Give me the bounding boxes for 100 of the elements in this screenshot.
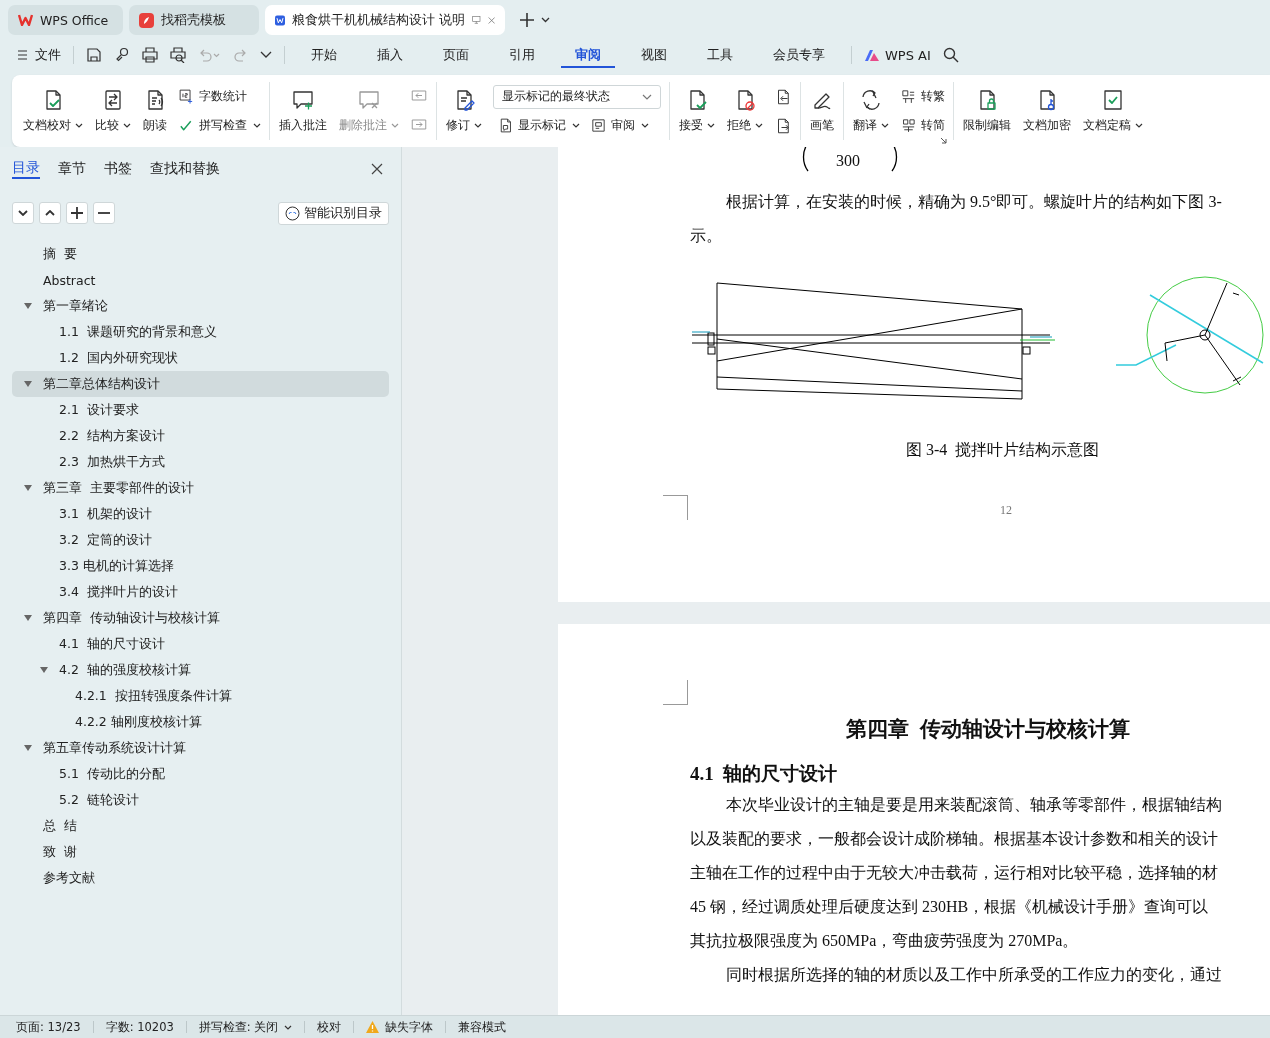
panel-tab[interactable]: 章节 (58, 160, 86, 178)
window-tab[interactable]: 粮食烘干机机械结构设计 说明 (265, 5, 505, 35)
expanded-triangle-icon[interactable] (24, 302, 32, 310)
wps-ai-button[interactable]: WPS AI (864, 47, 931, 63)
toc-item[interactable]: 2.3 加热烘干方式 (12, 449, 389, 475)
toc-item[interactable]: 2.1 设计要求 (12, 397, 389, 423)
expanded-triangle-icon[interactable] (40, 666, 48, 674)
toc-item[interactable]: 1.2 国内外研究现状 (12, 345, 389, 371)
ribbon-button[interactable]: 拒绝 (722, 86, 768, 136)
panel-tab[interactable]: 目录 (12, 159, 40, 179)
toc-item[interactable]: 2.2 结构方案设计 (12, 423, 389, 449)
chevron-down-icon (642, 93, 652, 100)
ribbon-button[interactable]: 显示标记 (497, 113, 580, 138)
chevron-down-icon[interactable] (260, 51, 272, 59)
ribbon-button[interactable]: 转繁 (900, 84, 945, 109)
expand-level-button[interactable] (39, 202, 61, 224)
paragraph-line: 同时根据所选择的轴的材质以及工作中所承受的工作应力的变化，通过 (725, 965, 1223, 985)
window-tab[interactable]: 找稻壳模板 (129, 5, 259, 35)
window-tab[interactable]: WPS Office (8, 5, 123, 35)
remove-heading-button[interactable] (93, 202, 115, 224)
ribbon-button[interactable]: 文档校对 (18, 86, 88, 136)
toc-item[interactable]: 第四章 传动轴设计与校核计算 (12, 605, 389, 631)
toc-item[interactable]: 致 谢 (12, 839, 389, 865)
toc-item[interactable]: 3.3 电机的计算选择 (12, 553, 389, 579)
ribbon-tab[interactable]: 工具 (693, 42, 747, 68)
file-menu-button[interactable]: 文件 (18, 46, 61, 64)
status-dropdown[interactable]: 拼写检查: 关闭 (198, 1019, 293, 1035)
panel-tab[interactable]: 书签 (104, 160, 132, 178)
toc-item[interactable]: 5.1 传动比的分配 (12, 761, 389, 787)
expanded-triangle-icon[interactable] (24, 484, 32, 492)
review-pane-icon (590, 117, 607, 134)
toc-item[interactable]: 4.2.2 轴刚度校核计算 (12, 709, 389, 735)
toc-item[interactable]: 总 结 (12, 813, 389, 839)
finalize-document-icon (1101, 88, 1125, 112)
ribbon-tab[interactable]: 引用 (495, 42, 549, 68)
toc-item[interactable]: 摘 要 (12, 241, 389, 267)
toc-item[interactable]: 3.2 定筒的设计 (12, 527, 389, 553)
dropdown-caret-icon (572, 123, 580, 128)
ribbon-button[interactable]: 画笔 (805, 86, 839, 136)
paragraph-line: 本次毕业设计的主轴是要是用来装配滚筒、轴承等零部件，根据轴结构 (725, 795, 1223, 815)
dropdown-caret-icon (881, 123, 889, 128)
add-heading-button[interactable] (66, 202, 88, 224)
expanded-triangle-icon[interactable] (24, 744, 32, 752)
dropdown-caret-icon (474, 123, 482, 128)
expanded-triangle-icon[interactable] (24, 614, 32, 622)
print-preview-icon[interactable] (170, 47, 186, 63)
figure-caption: 图 3-4 搅拌叶片结构示意图 (905, 440, 1101, 460)
ribbon-tab[interactable]: 页面 (429, 42, 483, 68)
chevron-down-icon[interactable] (541, 17, 550, 23)
print-icon[interactable] (142, 47, 158, 63)
ribbon-button[interactable]: 审阅 (590, 113, 649, 138)
toc-item[interactable]: 第一章绪论 (12, 293, 389, 319)
collapse-level-button[interactable] (12, 202, 34, 224)
ribbon-button[interactable]: 接受 (674, 86, 720, 136)
toc-item[interactable]: 第二章总体结构设计 (12, 371, 389, 397)
markup-display-dropdown[interactable]: 显示标记的最终状态 (493, 84, 661, 109)
ribbon-button[interactable]: 修订 (441, 86, 487, 136)
ai-logo-icon (864, 48, 880, 62)
monitor-icon[interactable] (472, 14, 481, 26)
ribbon-button[interactable]: 文档加密 (1018, 86, 1076, 136)
section-heading: 4.1 轴的尺寸设计 (690, 762, 839, 786)
toc-item[interactable]: 参考文献 (12, 865, 389, 891)
toc-item[interactable]: 5.2 链轮设计 (12, 787, 389, 813)
wps-logo-icon (18, 14, 33, 26)
smart-toc-button[interactable]: 智能识别目录 (278, 201, 389, 225)
ribbon-button[interactable]: 限制编辑 (958, 86, 1016, 136)
toc-item[interactable]: 4.1 轴的尺寸设计 (12, 631, 389, 657)
ribbon-button[interactable]: 插入批注 (274, 86, 332, 136)
toc-item[interactable]: 1.1 课题研究的背景和意义 (12, 319, 389, 345)
dropdown-caret-icon (253, 123, 261, 128)
save-icon[interactable] (86, 47, 102, 63)
toc-item[interactable]: Abstract (12, 267, 389, 293)
toc-item[interactable]: 4.2 轴的强度校核计算 (12, 657, 389, 683)
ribbon-button[interactable]: 拼写检查 (178, 113, 261, 138)
dialog-launcher-icon[interactable] (940, 137, 947, 144)
ribbon-tab[interactable]: 视图 (627, 42, 681, 68)
ribbon-button[interactable]: 翻译 (848, 86, 894, 136)
menu-icon (18, 50, 28, 60)
ribbon-button[interactable]: 比较 (90, 86, 136, 136)
ribbon-button[interactable]: 字数统计 (178, 84, 261, 109)
toc-item[interactable]: 3.4 搅拌叶片的设计 (12, 579, 389, 605)
ribbon-button[interactable]: 文档定稿 (1078, 86, 1148, 136)
ribbon-button[interactable]: 朗读 (138, 86, 172, 136)
status-text[interactable]: 缺失字体 (385, 1019, 434, 1035)
ribbon-tab[interactable]: 审阅 (561, 42, 615, 68)
ribbon-tab[interactable]: 会员专享 (759, 42, 839, 68)
new-tab-icon[interactable] (519, 12, 535, 28)
paragraph-line: 主轴在工作的过程中由于无较大冲击载荷，运行相对比较平稳，选择轴的材 (690, 863, 1219, 883)
toc-item[interactable]: 3.1 机架的设计 (12, 501, 389, 527)
panel-tab[interactable]: 查找和替换 (150, 160, 220, 178)
toc-item[interactable]: 第五章传动系统设计计算 (12, 735, 389, 761)
toc-item[interactable]: 第三章 主要零部件的设计 (12, 475, 389, 501)
paragraph-line: 其抗拉极限强度为 650MPa，弯曲疲劳强度为 270MPa。 (690, 931, 1080, 951)
ribbon-button[interactable]: 转简 (900, 113, 945, 138)
ribbon-tab[interactable]: 插入 (363, 42, 417, 68)
toc-item[interactable]: 4.2.1 按扭转强度条件计算 (12, 683, 389, 709)
ribbon-tab[interactable]: 开始 (297, 42, 351, 68)
search-icon[interactable] (942, 47, 959, 63)
close-icon[interactable] (371, 163, 383, 175)
expanded-triangle-icon[interactable] (24, 380, 32, 388)
